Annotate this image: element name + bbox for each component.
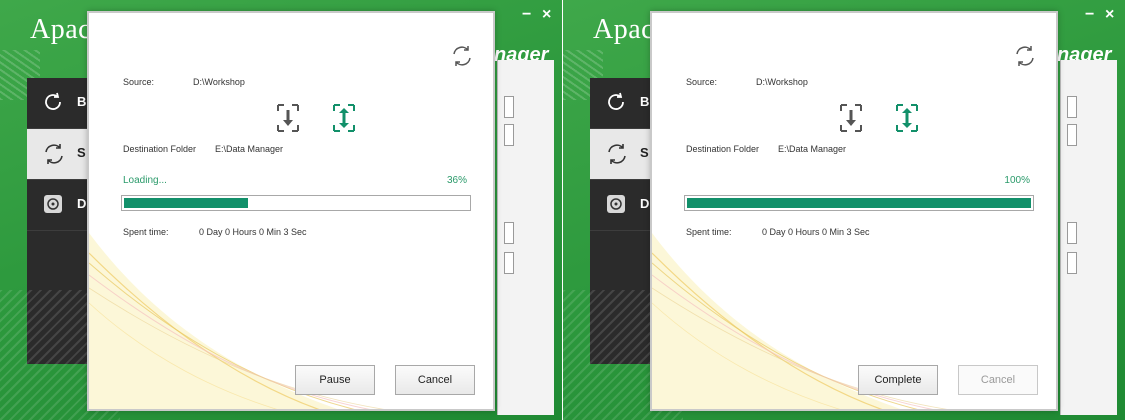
- menu-item-label: D: [77, 196, 87, 211]
- background-input: [1067, 252, 1077, 274]
- background-input: [1067, 96, 1077, 118]
- decorative-swoosh: [89, 233, 385, 409]
- bidirectional-arrow-icon[interactable]: [331, 103, 357, 138]
- destination-value: E:\Data Manager: [215, 144, 284, 154]
- screenshot-panel-right: Apac nager − × B S D Source: D:\Workshop…: [563, 0, 1125, 420]
- refresh-icon: [604, 90, 628, 119]
- background-input: [504, 124, 514, 146]
- background-input: [504, 252, 514, 274]
- disc-icon: [604, 192, 628, 221]
- spent-time-label: Spent time:: [123, 227, 169, 237]
- destination-value: E:\Data Manager: [778, 144, 847, 154]
- pause-button[interactable]: Pause: [295, 365, 375, 395]
- refresh-icon: [41, 90, 65, 119]
- download-arrow-icon[interactable]: [275, 103, 301, 138]
- app-logo: Apac: [30, 14, 92, 45]
- menu-item-label: B: [640, 94, 650, 109]
- background-content-strip: [1060, 60, 1117, 415]
- close-button[interactable]: ×: [542, 6, 551, 24]
- source-value: D:\Workshop: [756, 77, 808, 87]
- screenshot-panel-left: Apac nager − × B S D Source: D:\Workshop…: [0, 0, 562, 420]
- background-input: [1067, 124, 1077, 146]
- destination-label: Destination Folder: [686, 144, 760, 154]
- sync-progress-dialog: Source: D:\Workshop Destination Folder E…: [87, 11, 495, 411]
- spent-time-value: 0 Day 0 Hours 0 Min 3 Sec: [199, 227, 307, 237]
- bidirectional-arrow-icon[interactable]: [894, 103, 920, 138]
- spent-time-label: Spent time:: [686, 227, 732, 237]
- menu-item-label: S: [640, 145, 649, 160]
- cancel-button[interactable]: Cancel: [395, 365, 475, 395]
- menu-item-label: D: [640, 196, 650, 211]
- app-logo: Apac: [593, 14, 655, 45]
- menu-item-label: B: [77, 94, 87, 109]
- spent-time-value: 0 Day 0 Hours 0 Min 3 Sec: [762, 227, 870, 237]
- background-input: [1067, 222, 1077, 244]
- progress-fill: [124, 198, 248, 208]
- source-label: Source:: [123, 77, 155, 87]
- menu-item-label: S: [77, 145, 86, 160]
- disc-icon: [41, 192, 65, 221]
- cancel-button: Cancel: [958, 365, 1038, 395]
- progress-bar: [121, 195, 471, 211]
- status-text: Loading...: [123, 175, 167, 186]
- destination-label: Destination Folder: [123, 144, 197, 154]
- progress-percent: 100%: [1004, 175, 1030, 186]
- sync-icon[interactable]: [449, 43, 475, 74]
- source-label: Source:: [686, 77, 718, 87]
- source-value: D:\Workshop: [193, 77, 245, 87]
- decorative-swoosh: [652, 233, 948, 409]
- sync-icon[interactable]: [1012, 43, 1038, 74]
- minimize-button[interactable]: −: [522, 6, 531, 24]
- close-button[interactable]: ×: [1105, 6, 1114, 24]
- sync-icon: [41, 141, 67, 172]
- minimize-button[interactable]: −: [1085, 6, 1094, 24]
- background-input: [504, 96, 514, 118]
- progress-fill: [687, 198, 1031, 208]
- sync-progress-dialog: Source: D:\Workshop Destination Folder E…: [650, 11, 1058, 411]
- progress-bar: [684, 195, 1034, 211]
- download-arrow-icon[interactable]: [838, 103, 864, 138]
- background-content-strip: [497, 60, 554, 415]
- sync-icon: [604, 141, 630, 172]
- background-input: [504, 222, 514, 244]
- progress-percent: 36%: [446, 175, 467, 186]
- complete-button[interactable]: Complete: [858, 365, 938, 395]
